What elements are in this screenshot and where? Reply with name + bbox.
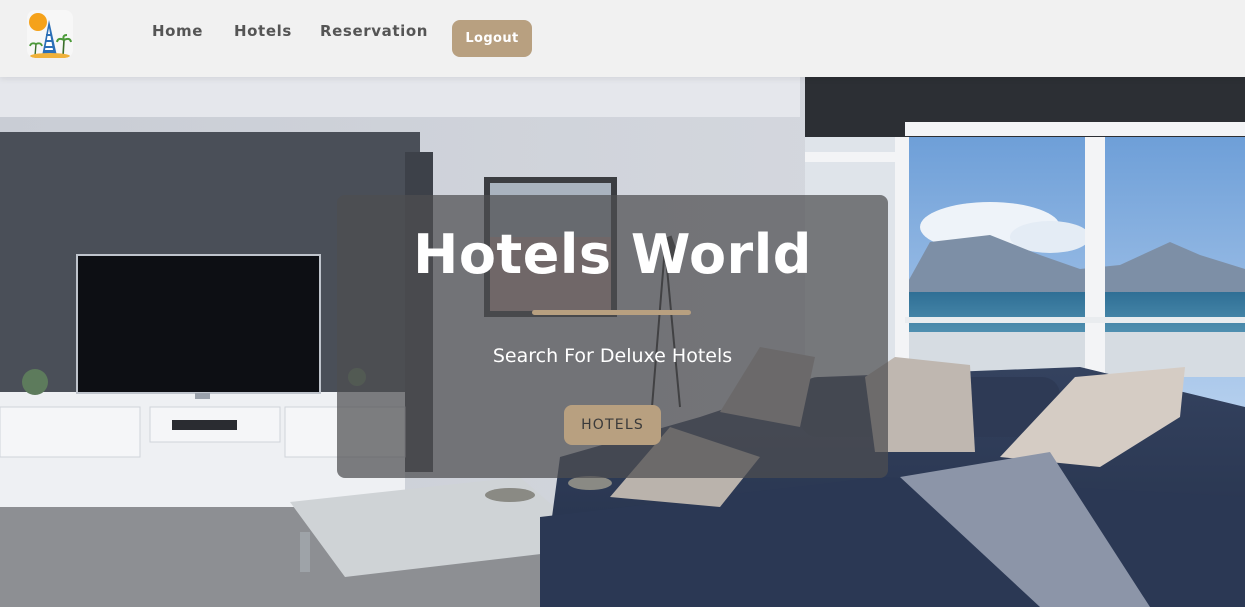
hotels-button[interactable]: HOTELS [564,405,661,445]
nav-link-reservation[interactable]: Reservation [320,22,428,42]
hero-subtitle: Search For Deluxe Hotels [492,345,733,367]
nav-link-home[interactable]: Home [152,22,203,42]
hero-card: Hotels World Search For Deluxe Hotels HO… [337,195,888,478]
hero-section: Hotels World Search For Deluxe Hotels HO… [0,77,1245,607]
nav-link-hotels[interactable]: Hotels [234,22,292,42]
logout-button[interactable]: Logout [452,20,532,57]
hotel-logo-icon[interactable] [27,10,73,58]
navbar: Home Hotels Reservation Logout [0,0,1245,77]
title-underline [532,310,691,315]
hero-title: Hotels World [413,223,812,286]
